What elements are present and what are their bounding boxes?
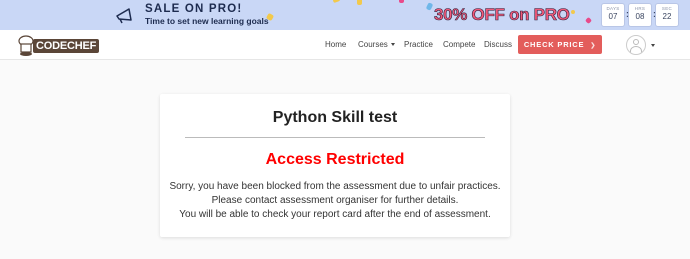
nav-link-courses[interactable]: Courses	[358, 40, 395, 49]
confetti-decoration	[332, 0, 341, 4]
chevron-down-icon	[390, 43, 395, 47]
message-line: You will be able to check your report ca…	[179, 209, 491, 220]
access-restricted-card: Python Skill test Access Restricted Sorr…	[160, 94, 510, 237]
countdown-unit: HRS	[634, 6, 646, 11]
nav-link-label: Courses	[358, 40, 388, 49]
confetti-decoration	[584, 16, 593, 25]
avatar[interactable]	[626, 35, 646, 55]
access-restricted-heading: Access Restricted	[265, 151, 405, 168]
countdown-days: DAYS 07	[601, 3, 625, 27]
megaphone-icon	[116, 8, 132, 24]
codechef-logo[interactable]: CODECHEF	[15, 33, 100, 57]
chevron-down-icon[interactable]	[651, 44, 655, 47]
countdown-seconds: SEC 22	[655, 3, 679, 27]
nav-link-practice[interactable]: Practice	[404, 40, 433, 49]
top-navbar: CODECHEF Home Courses Practice Compete D…	[0, 30, 690, 60]
nav-link-compete[interactable]: Compete	[443, 40, 475, 49]
confetti-decoration	[571, 10, 575, 14]
arrow-right-icon: ❯	[590, 43, 597, 49]
countdown-unit: DAYS	[606, 6, 620, 11]
countdown-value: 22	[662, 12, 672, 21]
promo-subtitle: Time to set new learning goals	[145, 16, 269, 26]
check-price-label: CHECK PRICE	[523, 40, 585, 49]
confetti-decoration	[357, 0, 362, 5]
user-body-shape	[630, 46, 642, 54]
test-title: Python Skill test	[272, 109, 398, 126]
confetti-decoration	[425, 2, 434, 11]
countdown-unit: SEC	[661, 6, 673, 11]
logo-text: CODECHEF	[33, 39, 100, 53]
confetti-decoration	[399, 0, 404, 3]
message-line: Sorry, you have been blocked from the as…	[169, 181, 501, 192]
check-price-button[interactable]: CHECK PRICE ❯	[518, 35, 602, 54]
promo-banner[interactable]: SALE ON PRO! Time to set new learning go…	[0, 0, 690, 30]
nav-link-home[interactable]: Home	[325, 40, 346, 49]
countdown-value: 07	[608, 12, 618, 21]
countdown-hours: HRS 08	[628, 3, 652, 27]
promo-offer: 30% OFF on PRO	[434, 5, 570, 25]
promo-title: SALE ON PRO!	[145, 3, 243, 15]
message-line: Please contact assessment organiser for …	[211, 195, 459, 206]
user-head-shape	[633, 39, 639, 45]
nav-link-discuss[interactable]: Discuss	[484, 40, 512, 49]
divider	[185, 137, 485, 138]
countdown-value: 08	[635, 12, 645, 21]
